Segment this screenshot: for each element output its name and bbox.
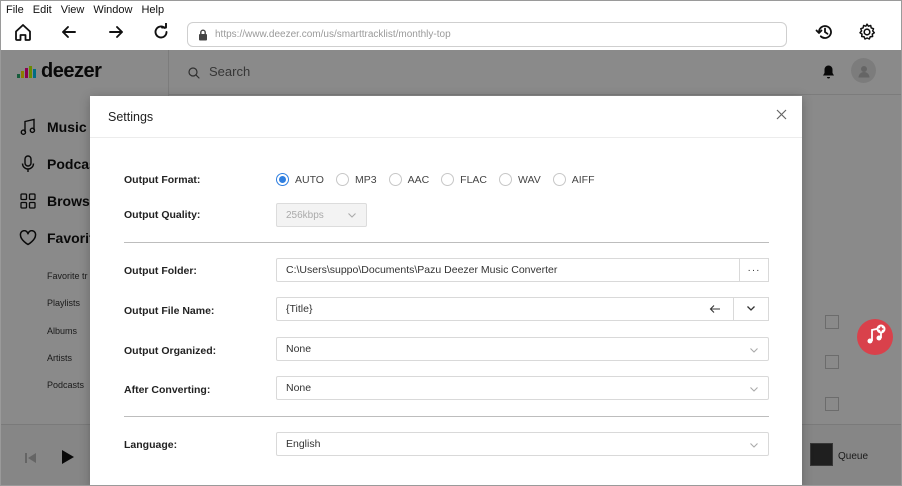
output-quality-label: Output Quality:	[124, 209, 201, 221]
output-file-name-value: {Title}	[286, 303, 313, 315]
dialog-header: Settings	[90, 96, 802, 138]
forward-button[interactable]	[105, 23, 127, 45]
home-button[interactable]	[12, 23, 34, 45]
history-button[interactable]	[814, 23, 836, 45]
format-label: AIFF	[571, 173, 595, 186]
language-value: English	[286, 438, 321, 450]
chevron-down-icon	[347, 210, 357, 223]
output-format-label: Output Format:	[124, 174, 201, 186]
chevron-down-icon	[749, 440, 759, 453]
close-icon	[776, 107, 787, 125]
after-converting-label: After Converting:	[124, 384, 211, 396]
radio-circle[interactable]	[388, 173, 402, 186]
format-radio-auto[interactable]: AUTO	[276, 173, 324, 186]
history-icon	[815, 22, 835, 47]
output-folder-field[interactable]: C:\Users\suppo\Documents\Pazu Deezer Mus…	[276, 258, 769, 282]
format-radio-mp3[interactable]: MP3	[335, 173, 377, 186]
format-radio-wav[interactable]: WAV	[499, 173, 541, 186]
window: File Edit View Window Help https://www.d…	[0, 0, 902, 486]
reload-button[interactable]	[150, 22, 172, 46]
address-bar[interactable]: https://www.deezer.com/us/smarttracklist…	[187, 22, 787, 47]
language-select[interactable]: English	[276, 432, 769, 456]
add-to-converter-button[interactable]	[857, 319, 893, 355]
forward-icon	[107, 23, 125, 46]
home-icon	[13, 22, 33, 47]
output-organized-value: None	[286, 343, 312, 355]
lock-icon	[198, 29, 208, 41]
language-label: Language:	[124, 439, 178, 451]
menu-bar: File Edit View Window Help	[1, 1, 901, 19]
dialog-title: Settings	[108, 109, 154, 124]
format-label: AUTO	[295, 173, 324, 186]
output-quality-select[interactable]: 256kbps	[276, 203, 367, 227]
settings-dialog: Settings Output Format: AUTO MP3 AAC FLA…	[90, 96, 802, 485]
format-label: FLAC	[460, 173, 488, 186]
radio-circle[interactable]	[441, 173, 455, 186]
address-url: https://www.deezer.com/us/smarttracklist…	[215, 29, 451, 40]
output-quality-value: 256kbps	[286, 209, 324, 221]
file-name-dropdown-button[interactable]	[733, 297, 769, 321]
output-folder-label: Output Folder:	[124, 265, 197, 277]
format-radio-flac[interactable]: FLAC	[441, 173, 487, 186]
arrow-left-icon[interactable]	[709, 303, 721, 318]
output-organized-select[interactable]: None	[276, 337, 769, 361]
browse-folder-button[interactable]: ···	[739, 258, 769, 282]
chevron-down-icon	[749, 384, 759, 397]
menu-edit[interactable]: Edit	[33, 4, 52, 16]
radio-circle[interactable]	[552, 173, 566, 186]
format-radio-aiff[interactable]: AIFF	[552, 173, 595, 186]
after-converting-value: None	[286, 382, 312, 394]
reload-icon	[152, 22, 170, 46]
output-organized-label: Output Organized:	[124, 345, 217, 357]
back-button[interactable]	[58, 23, 80, 45]
format-radio-aac[interactable]: AAC	[388, 173, 430, 186]
output-folder-value: C:\Users\suppo\Documents\Pazu Deezer Mus…	[286, 264, 558, 276]
radio-circle[interactable]	[276, 173, 289, 186]
menu-window[interactable]: Window	[93, 4, 132, 16]
output-file-name-field[interactable]: {Title}	[276, 297, 769, 321]
menu-help[interactable]: Help	[141, 4, 164, 16]
menu-file[interactable]: File	[6, 4, 24, 16]
back-icon	[60, 23, 78, 46]
add-music-icon	[863, 323, 887, 352]
close-button[interactable]	[774, 109, 788, 123]
format-label: WAV	[518, 173, 541, 186]
radio-circle[interactable]	[335, 173, 349, 186]
output-file-name-label: Output File Name:	[124, 305, 215, 317]
divider	[124, 416, 769, 417]
menu-view[interactable]: View	[61, 4, 85, 16]
gear-icon	[857, 22, 877, 47]
divider	[124, 242, 769, 243]
format-label: MP3	[354, 173, 377, 186]
radio-circle[interactable]	[499, 173, 513, 186]
chevron-down-icon	[746, 303, 756, 316]
format-label: AAC	[407, 173, 430, 186]
settings-button[interactable]	[856, 22, 878, 47]
after-converting-select[interactable]: None	[276, 376, 769, 400]
output-format-radio-group: AUTO MP3 AAC FLAC WAV AIFF	[276, 173, 607, 186]
chevron-down-icon	[749, 345, 759, 358]
